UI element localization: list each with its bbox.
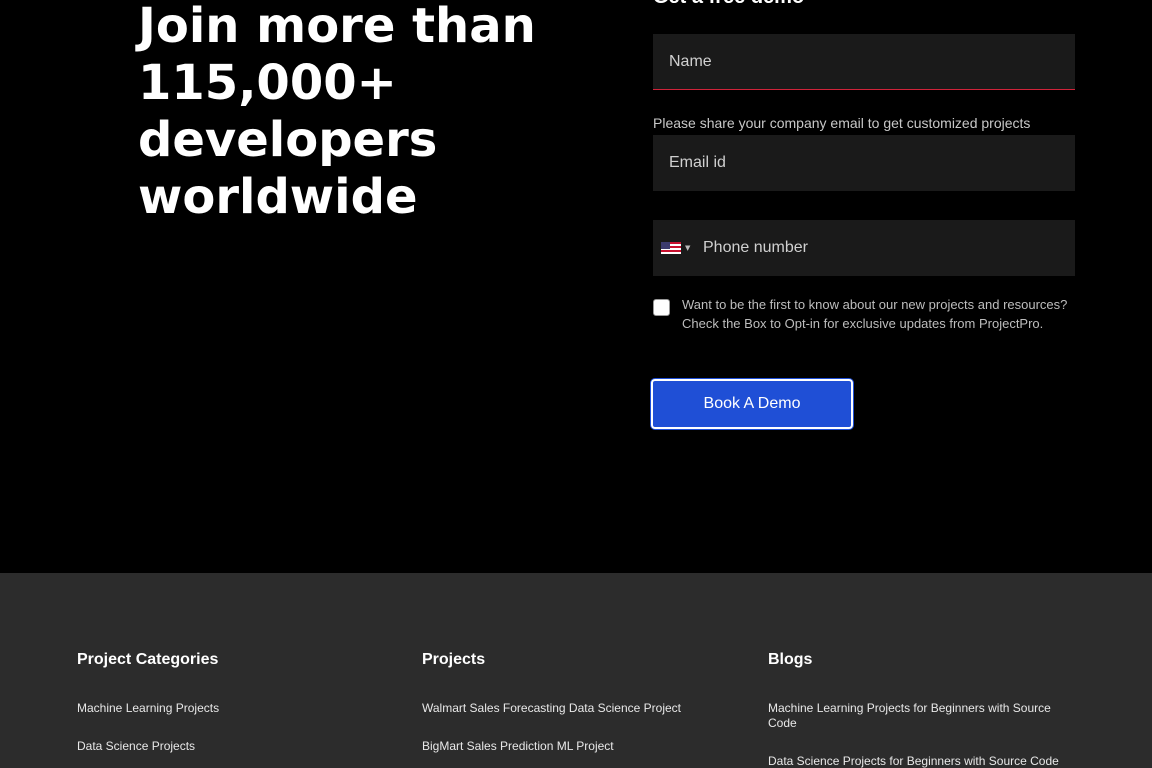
optin-row: Want to be the first to know about our n…: [653, 295, 1075, 333]
optin-label: Want to be the first to know about our n…: [682, 297, 1068, 331]
chevron-down-icon: ▼: [685, 244, 691, 252]
form-title: Get a free demo: [653, 0, 804, 9]
name-field-wrapper: [653, 34, 1075, 90]
email-field-wrapper: [653, 135, 1075, 191]
hero-section: Join more than 115,000+ developers world…: [0, 0, 1152, 573]
footer-column-title: Project Categories: [77, 651, 219, 668]
country-select[interactable]: ▼: [653, 242, 703, 254]
hero-headline: Join more than 115,000+ developers world…: [138, 0, 536, 225]
footer-link[interactable]: Data Science Projects: [77, 739, 397, 754]
footer-link[interactable]: BigMart Sales Prediction ML Project: [422, 739, 742, 754]
phone-input[interactable]: [703, 220, 1075, 276]
phone-field-wrapper: ▼: [653, 220, 1075, 276]
footer-column-title: Projects: [422, 651, 486, 668]
footer-link[interactable]: Data Science Projects for Beginners with…: [768, 754, 1078, 768]
email-hint: Please share your company email to get c…: [653, 115, 1031, 131]
email-input[interactable]: [653, 135, 1075, 191]
footer-link[interactable]: Walmart Sales Forecasting Data Science P…: [422, 701, 742, 716]
us-flag-icon: [661, 242, 681, 254]
footer-link[interactable]: Machine Learning Projects for Beginners …: [768, 701, 1078, 731]
footer-column-projects: Projects Walmart Sales Forecasting Data …: [422, 651, 742, 768]
footer-column-title: Blogs: [768, 651, 813, 668]
book-demo-button[interactable]: Book A Demo: [651, 379, 853, 429]
optin-checkbox[interactable]: [653, 299, 670, 316]
footer-column-project-categories: Project Categories Machine Learning Proj…: [77, 651, 397, 768]
footer: Project Categories Machine Learning Proj…: [0, 573, 1152, 768]
footer-column-blogs: Blogs Machine Learning Projects for Begi…: [768, 651, 1078, 768]
name-input[interactable]: [653, 34, 1075, 89]
footer-link[interactable]: Machine Learning Projects: [77, 701, 397, 716]
